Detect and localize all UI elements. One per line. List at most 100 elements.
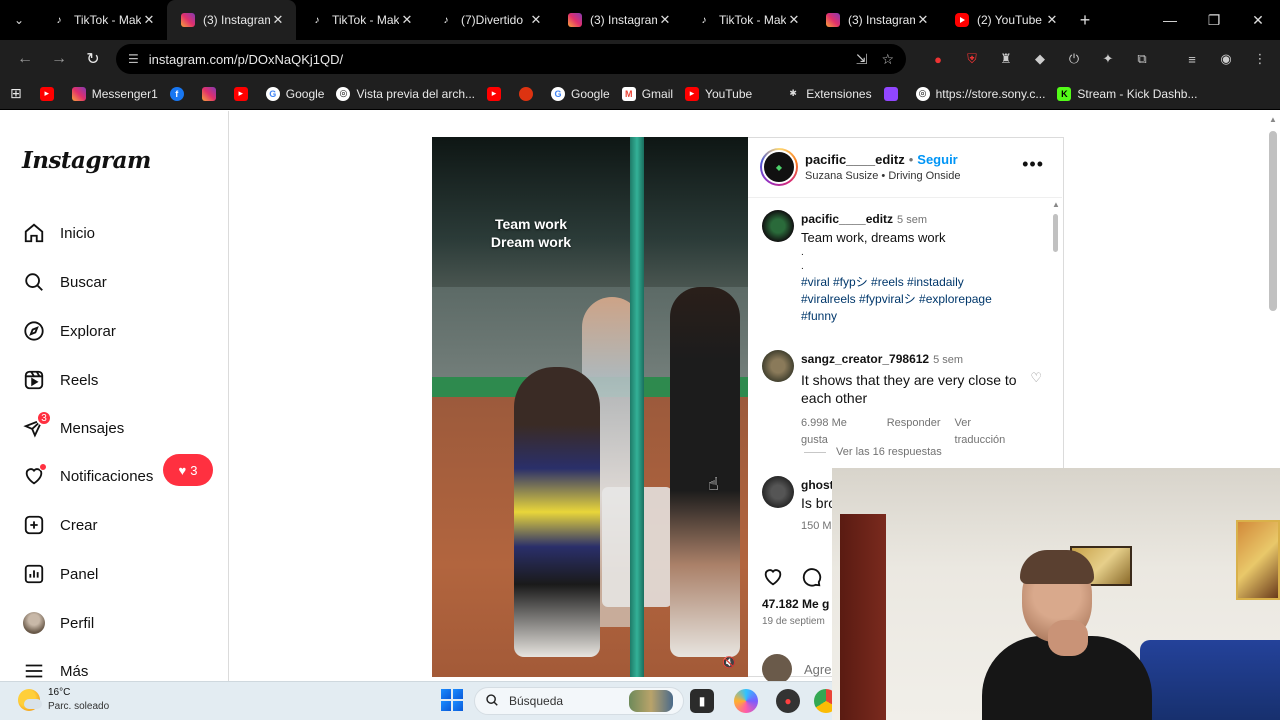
nav-item-reels[interactable]: Reels: [22, 365, 98, 395]
nav-item-notificaciones[interactable]: Notificaciones: [22, 461, 153, 491]
comment-likes[interactable]: 150 M: [801, 518, 832, 535]
nav-item-buscar[interactable]: Buscar: [22, 267, 107, 297]
bookmark-item[interactable]: Messenger1: [71, 86, 158, 101]
browser-menu-icon[interactable]: ⋮: [1250, 50, 1270, 68]
nav-item-perfil[interactable]: Perfil: [22, 608, 94, 638]
bookmark-item[interactable]: K Stream - Kick Dashb...: [1057, 86, 1197, 101]
scrollbar-thumb[interactable]: [1053, 214, 1058, 252]
bookmark-item[interactable]: [519, 86, 539, 101]
close-window-icon[interactable]: ✕: [1236, 12, 1280, 29]
bookmark-item[interactable]: ▸: [39, 86, 60, 101]
bookmark-item[interactable]: G Google: [265, 86, 324, 101]
nav-item-panel[interactable]: Panel: [22, 559, 98, 589]
likes-count[interactable]: 47.182 Me g: [762, 597, 829, 611]
bookmark-item[interactable]: f: [169, 86, 190, 101]
author-avatar[interactable]: ◆: [760, 148, 798, 186]
comment-username[interactable]: sangz_creator_798612: [801, 352, 929, 366]
browser-tab[interactable]: (3) Instagram ✕: [812, 0, 941, 40]
extension-castle-icon[interactable]: ♜: [996, 50, 1016, 68]
install-app-icon[interactable]: ⇲: [856, 51, 868, 68]
add-comment-row[interactable]: Agre: [762, 654, 831, 684]
bookmark-item[interactable]: ▸: [233, 86, 254, 101]
notification-pill[interactable]: ♥ 3: [163, 454, 213, 486]
task-view-icon[interactable]: ▮: [690, 689, 714, 713]
post-video[interactable]: Team work Dream work 🔇: [432, 137, 748, 677]
bookmark-item[interactable]: ◎ https://store.sony.c...: [915, 86, 1045, 101]
close-tab-icon[interactable]: ✕: [915, 12, 931, 28]
close-tab-icon[interactable]: ✕: [270, 12, 286, 28]
copilot-icon[interactable]: [734, 689, 758, 713]
browser-tab[interactable]: ♪ TikTok - Mak ✕: [38, 0, 167, 40]
nav-item-mensajes[interactable]: 3 Mensajes: [22, 410, 124, 443]
bookmark-item[interactable]: [201, 86, 222, 101]
apps-grid-icon[interactable]: ⊞: [10, 85, 22, 102]
bookmark-item[interactable]: G Google: [551, 86, 610, 101]
bookmark-item[interactable]: ◎ Vista previa del arch...: [336, 86, 475, 101]
close-tab-icon[interactable]: ✕: [1044, 12, 1060, 28]
minimize-icon[interactable]: —: [1148, 12, 1192, 29]
extension-off-icon[interactable]: ⏻: [1064, 50, 1084, 68]
add-comment-input[interactable]: Agre: [804, 662, 831, 677]
scroll-up-icon[interactable]: ▲: [1269, 115, 1277, 124]
bookmark-item[interactable]: ▸ YouTube: [685, 86, 752, 101]
reply-button[interactable]: Responder: [887, 415, 941, 449]
comment-username[interactable]: ghost: [801, 478, 834, 492]
more-options-icon[interactable]: •••: [1022, 154, 1044, 175]
bookmark-item[interactable]: ✱ Extensiones: [764, 87, 871, 101]
browser-tab[interactable]: ♪ TikTok - Mak ✕: [296, 0, 425, 40]
scroll-up-icon[interactable]: ▲: [1052, 200, 1060, 209]
shield-extension-icon[interactable]: ⛨: [962, 50, 982, 68]
hashtags[interactable]: #viralreels #fypviralシ #explorepage: [801, 291, 1052, 308]
nav-item-explorar[interactable]: Explorar: [22, 316, 116, 346]
commenter-avatar[interactable]: [762, 476, 794, 508]
comment-likes[interactable]: 6.998 Me gusta: [801, 415, 873, 449]
view-replies-button[interactable]: Ver las 16 respuestas: [804, 446, 942, 458]
author-username[interactable]: pacific____editz: [805, 152, 905, 167]
nav-item-crear[interactable]: Crear: [22, 510, 98, 540]
commenter-avatar[interactable]: [762, 350, 794, 382]
close-tab-icon[interactable]: ✕: [141, 12, 157, 28]
hashtags[interactable]: #funny: [801, 308, 1052, 325]
forward-icon[interactable]: →: [42, 50, 76, 68]
browser-tab-active[interactable]: (3) Instagram ✕: [167, 0, 296, 40]
extension-leaf-icon[interactable]: ◆: [1030, 50, 1050, 68]
close-tab-icon[interactable]: ✕: [528, 12, 544, 28]
browser-tab[interactable]: (3) Instagram ✕: [554, 0, 683, 40]
back-icon[interactable]: ←: [8, 50, 42, 68]
bookmark-item[interactable]: [883, 86, 904, 101]
translate-button[interactable]: Ver traducción: [955, 415, 1021, 449]
extension-red-icon[interactable]: ●: [928, 50, 948, 68]
close-tab-icon[interactable]: ✕: [786, 12, 802, 28]
browser-tab[interactable]: ♪ (7)Divertido ✕: [425, 0, 554, 40]
taskbar-search[interactable]: Búsqueda: [474, 687, 684, 715]
mute-icon[interactable]: 🔇: [722, 656, 736, 669]
site-info-icon[interactable]: ☰: [128, 52, 139, 66]
like-icon[interactable]: [762, 566, 784, 594]
comment-username[interactable]: pacific____editz: [801, 212, 893, 226]
new-tab-icon[interactable]: +: [1070, 10, 1100, 31]
audio-info[interactable]: Suzana Susize • Driving Onside: [805, 170, 960, 182]
like-comment-icon[interactable]: ♡: [1030, 370, 1042, 386]
close-tab-icon[interactable]: ✕: [399, 12, 415, 28]
weather-widget[interactable]: 16°C Parc. soleado: [18, 686, 109, 714]
author-avatar[interactable]: [762, 210, 794, 242]
comments-scrollbar[interactable]: ▲: [1052, 200, 1060, 260]
recording-app-icon[interactable]: ●: [776, 689, 800, 713]
bookmark-item[interactable]: M Gmail: [621, 86, 673, 101]
bookmark-item[interactable]: ▸: [487, 86, 507, 101]
browser-tab[interactable]: (2) YouTube ✕: [941, 0, 1070, 40]
reload-icon[interactable]: ↻: [76, 49, 110, 69]
scrollbar-thumb[interactable]: [1269, 131, 1277, 311]
instagram-logo[interactable]: Instagram: [22, 147, 151, 174]
extensions-puzzle-icon[interactable]: ⧉: [1132, 50, 1152, 68]
follow-button[interactable]: Seguir: [917, 152, 957, 167]
tab-search-dropdown-icon[interactable]: ⌄: [0, 0, 38, 40]
media-queue-icon[interactable]: ≡: [1182, 50, 1202, 68]
browser-tab[interactable]: ♪ TikTok - Mak ✕: [683, 0, 812, 40]
restore-icon[interactable]: ❐: [1192, 12, 1236, 29]
comment-icon[interactable]: [800, 566, 822, 594]
address-bar[interactable]: ☰ instagram.com/p/DOxNaQKj1QD/ ⇲ ☆: [116, 44, 906, 74]
profile-avatar-icon[interactable]: ◉: [1216, 50, 1236, 68]
close-tab-icon[interactable]: ✕: [657, 12, 673, 28]
windows-start-icon[interactable]: [441, 689, 463, 711]
